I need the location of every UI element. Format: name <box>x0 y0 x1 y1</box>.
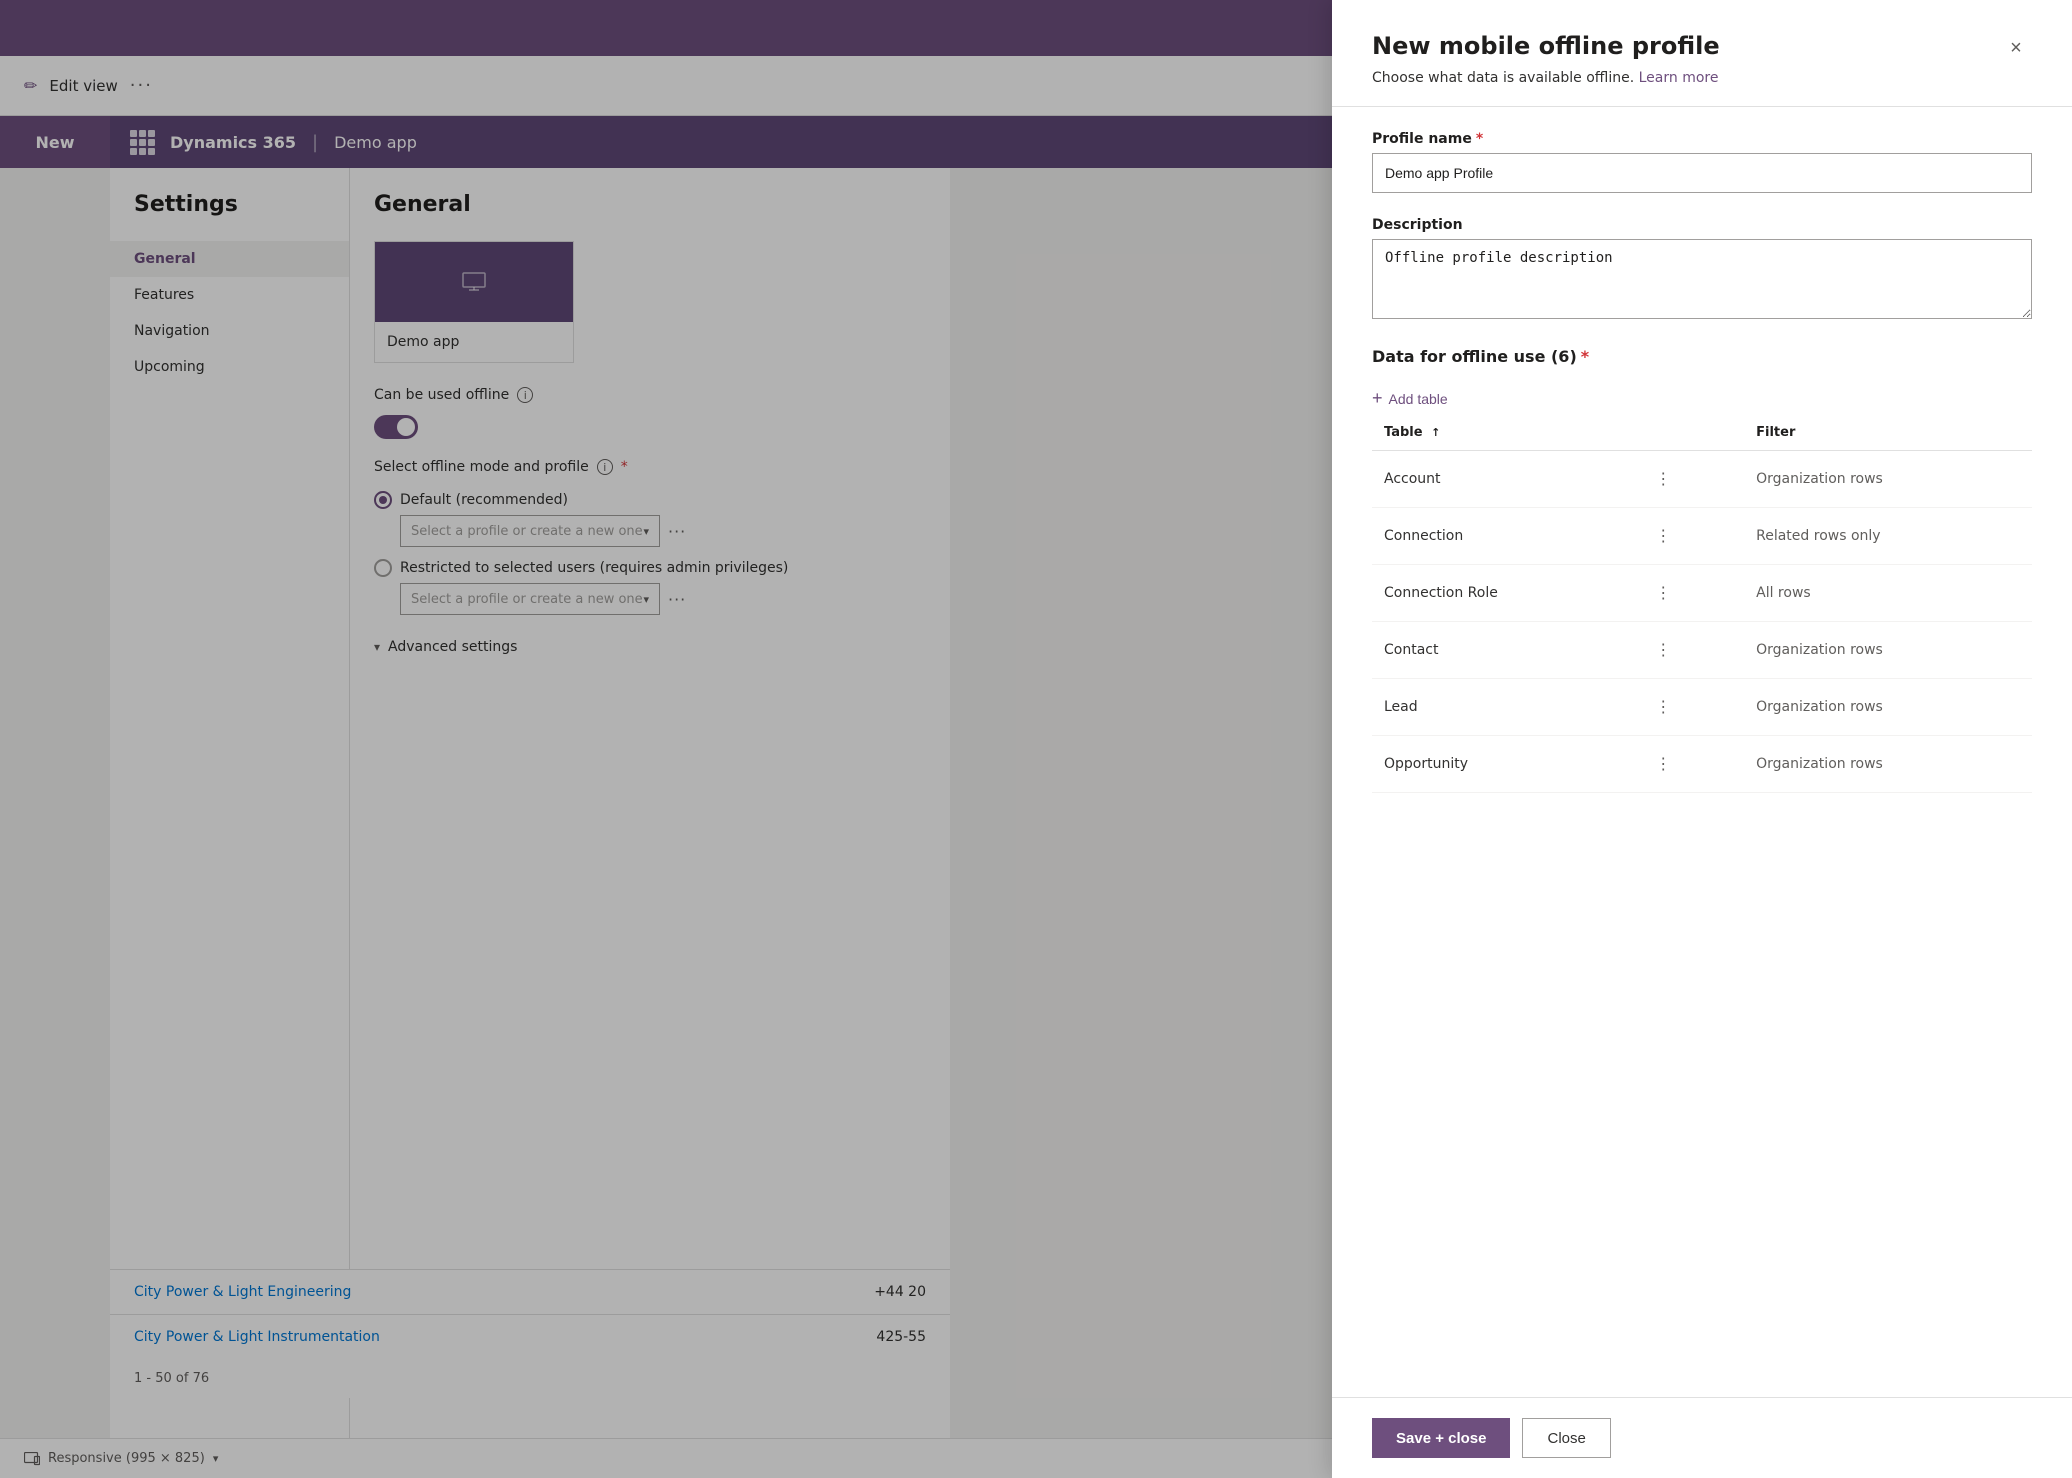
profile-name-required-star: * <box>1476 131 1483 147</box>
row-menu-btn-5[interactable]: ⋮ <box>1647 750 1680 778</box>
learn-more-link[interactable]: Learn more <box>1639 70 1719 86</box>
row-menu-btn-4[interactable]: ⋮ <box>1647 693 1680 721</box>
table-row: Contact ⋮ Organization rows <box>1372 622 2032 679</box>
modal-subtitle-text: Choose what data is available offline. <box>1372 70 1634 86</box>
table-row: Connection Role ⋮ All rows <box>1372 565 2032 622</box>
profile-name-input[interactable] <box>1372 153 2032 193</box>
table-cell-name-0: Account <box>1372 451 1635 508</box>
offline-table: Table ↑ Filter Account ⋮ Organization ro… <box>1372 415 2032 793</box>
modal-header: New mobile offline profile × Choose what… <box>1332 0 2072 107</box>
table-row: Account ⋮ Organization rows <box>1372 451 2032 508</box>
table-cell-filter-3: Organization rows <box>1744 622 2032 679</box>
offline-data-required-star: * <box>1581 347 1589 366</box>
description-label: Description <box>1372 217 2032 233</box>
table-cell-filter-1: Related rows only <box>1744 508 2032 565</box>
description-field: Description Offline profile description <box>1372 217 2032 323</box>
table-row: Lead ⋮ Organization rows <box>1372 679 2032 736</box>
table-cell-filter-4: Organization rows <box>1744 679 2032 736</box>
save-close-button[interactable]: Save + close <box>1372 1418 1510 1458</box>
offline-data-title: Data for offline use (6) * <box>1372 347 1589 366</box>
offline-data-header: Data for offline use (6) * <box>1372 347 2032 366</box>
table-cell-name-1: Connection <box>1372 508 1635 565</box>
table-row: Opportunity ⋮ Organization rows <box>1372 736 2032 793</box>
modal-subtitle-row: Choose what data is available offline. L… <box>1372 70 2032 86</box>
modal-title-row: New mobile offline profile × <box>1372 32 2032 64</box>
table-col-header-menu <box>1635 415 1744 451</box>
table-cell-filter-0: Organization rows <box>1744 451 2032 508</box>
modal-close-button[interactable]: × <box>2000 32 2032 64</box>
table-cell-name-5: Opportunity <box>1372 736 1635 793</box>
table-col-header-table[interactable]: Table ↑ <box>1372 415 1635 451</box>
offline-table-header-row: Table ↑ Filter <box>1372 415 2032 451</box>
row-menu-btn-1[interactable]: ⋮ <box>1647 522 1680 550</box>
sort-arrow-icon: ↑ <box>1431 426 1440 439</box>
table-row: Connection ⋮ Related rows only <box>1372 508 2032 565</box>
offline-table-body: Account ⋮ Organization rows Connection ⋮… <box>1372 451 2032 793</box>
description-textarea[interactable]: Offline profile description <box>1372 239 2032 319</box>
add-table-label: Add table <box>1389 391 1448 407</box>
offline-table-head: Table ↑ Filter <box>1372 415 2032 451</box>
row-menu-btn-0[interactable]: ⋮ <box>1647 465 1680 493</box>
profile-name-field: Profile name * <box>1372 131 2032 193</box>
add-table-button[interactable]: + Add table <box>1372 382 1448 415</box>
row-menu-btn-2[interactable]: ⋮ <box>1647 579 1680 607</box>
modal-title: New mobile offline profile <box>1372 32 1720 60</box>
plus-icon: + <box>1372 388 1383 409</box>
modal-footer: Save + close Close <box>1332 1397 2072 1478</box>
modal-body: Profile name * Description Offline profi… <box>1332 107 2072 1397</box>
profile-name-label: Profile name * <box>1372 131 2032 147</box>
row-menu-btn-3[interactable]: ⋮ <box>1647 636 1680 664</box>
table-cell-name-3: Contact <box>1372 622 1635 679</box>
table-cell-filter-2: All rows <box>1744 565 2032 622</box>
modal-panel: New mobile offline profile × Choose what… <box>1332 0 2072 1478</box>
table-col-header-filter: Filter <box>1744 415 2032 451</box>
table-cell-name-2: Connection Role <box>1372 565 1635 622</box>
table-cell-name-4: Lead <box>1372 679 1635 736</box>
offline-data-section: Data for offline use (6) * + Add table T… <box>1372 347 2032 793</box>
close-button[interactable]: Close <box>1522 1418 1610 1458</box>
table-cell-filter-5: Organization rows <box>1744 736 2032 793</box>
